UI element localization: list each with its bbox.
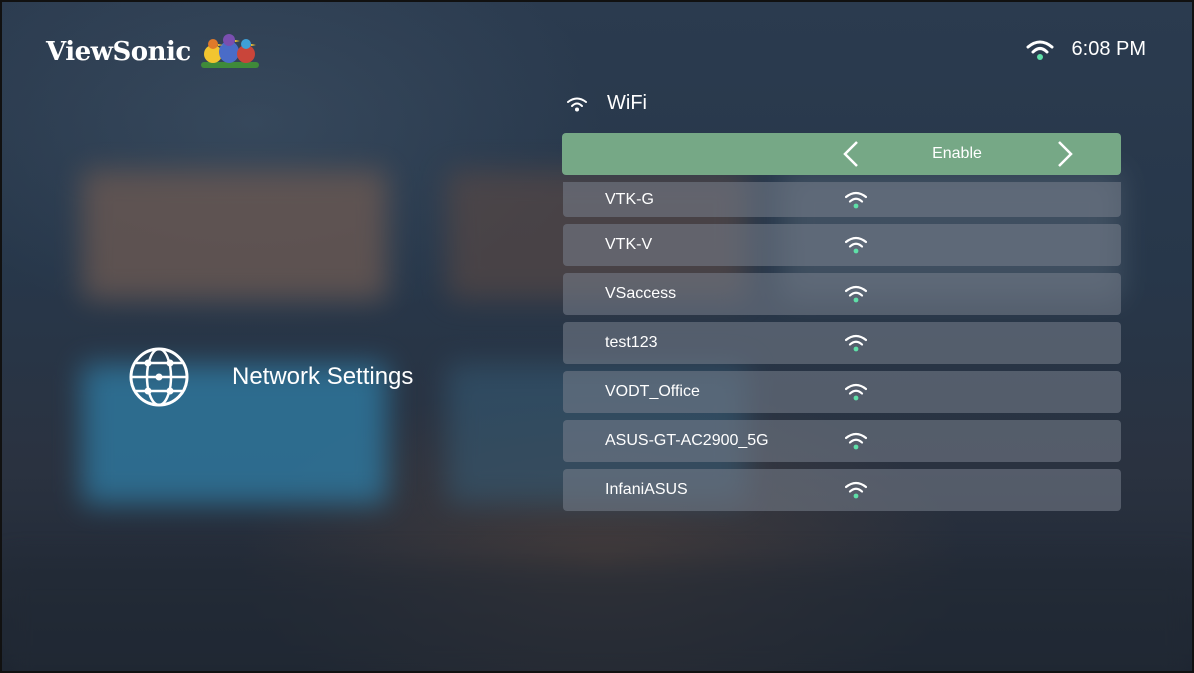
background-tile [2,562,1192,671]
status-bar: 6:08 PM [1026,38,1146,61]
globe-network-icon [129,347,189,407]
wifi-signal-icon [845,334,867,352]
network-name: test123 [605,334,658,351]
network-name: VSaccess [605,285,677,302]
network-item[interactable]: VTK-G [563,182,1121,217]
chevron-left-icon[interactable] [842,140,860,168]
wifi-icon [1026,40,1054,60]
wifi-signal-icon [845,236,867,254]
wifi-signal-icon [845,432,867,450]
network-item[interactable]: test123 [563,322,1121,364]
network-item[interactable]: VTK-V [563,224,1121,266]
network-name: VTK-G [605,190,654,208]
wifi-toggle-row[interactable]: Enable [562,133,1121,175]
network-item[interactable]: VSaccess [563,273,1121,315]
network-name: VODT_Office [605,383,700,400]
clock-time: 6:08 PM [1071,38,1146,60]
wifi-signal-icon [845,285,867,303]
network-item[interactable]: ASUS-GT-AC2900_5G [563,420,1121,462]
wifi-signal-icon [845,481,867,499]
chevron-right-icon[interactable] [1056,140,1074,168]
brand-name: ViewSonic [46,37,191,67]
wifi-signal-icon [845,383,867,401]
wifi-toggle-value: Enable [932,145,982,162]
network-name: InfaniASUS [605,481,688,498]
screen: ViewSonic 6:08 PM Network Settings WiFi … [0,0,1194,673]
wifi-signal-icon [845,191,867,208]
network-name: VTK-V [605,236,653,253]
background-tile [82,170,387,300]
section-title: Network Settings [232,363,414,390]
network-list: VTK-G VTK-V VSaccess test123 VODT_Office… [563,182,1121,518]
wifi-icon [567,97,587,111]
wifi-label: WiFi [607,92,647,114]
network-settings-section: Network Settings [128,346,413,408]
viewsonic-birds-logo-icon [200,34,259,68]
network-item[interactable]: VODT_Office [563,371,1121,413]
network-name: ASUS-GT-AC2900_5G [605,432,769,449]
wifi-header: WiFi [567,92,647,115]
network-item[interactable]: InfaniASUS [563,469,1121,511]
brand-logo: ViewSonic [46,32,261,72]
